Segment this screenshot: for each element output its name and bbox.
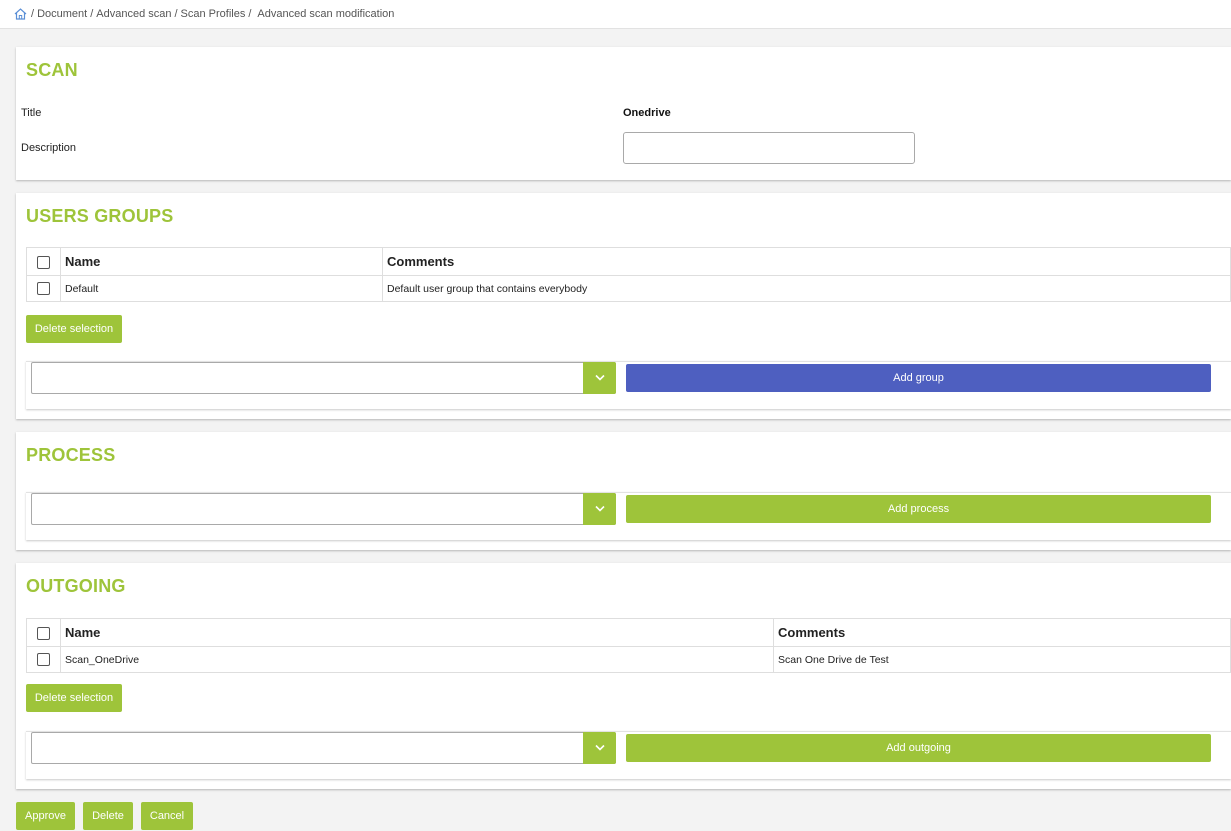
delete-selection-button[interactable]: Delete selection (26, 315, 122, 343)
add-process-button[interactable]: Add process (626, 495, 1211, 523)
breadcrumb-advanced-scan[interactable]: Advanced scan (96, 8, 171, 20)
description-input[interactable] (623, 132, 915, 164)
users-groups-table: Name Comments Default Default user group… (26, 247, 1231, 302)
home-icon[interactable] (14, 8, 27, 20)
add-group-row: Add group (26, 361, 1231, 409)
row-checkbox[interactable] (37, 653, 50, 666)
table-row: Default Default user group that contains… (26, 275, 1231, 302)
description-label: Description (21, 142, 77, 154)
outgoing-table: Name Comments Scan_OneDrive Scan One Dri… (26, 618, 1231, 673)
process-heading: PROCESS (26, 445, 116, 465)
row-checkbox[interactable] (37, 282, 50, 295)
users-groups-panel: USERS GROUPS Name Comments Default Defau… (16, 193, 1231, 419)
breadcrumb-document[interactable]: Document (37, 8, 87, 20)
title-label: Title (21, 107, 42, 119)
outgoing-panel: OUTGOING Name Comments Scan_OneDrive Sca… (16, 563, 1231, 789)
add-process-row: Add process (26, 492, 1231, 540)
table-header-row: Name Comments (26, 247, 1231, 276)
process-panel: PROCESS Add process (16, 432, 1231, 550)
column-header-comments: Comments (382, 247, 1231, 276)
breadcrumb-separator: / (174, 8, 178, 20)
add-group-button[interactable]: Add group (626, 364, 1211, 392)
breadcrumb-separator: / (90, 8, 94, 20)
chevron-down-icon[interactable] (583, 362, 616, 394)
breadcrumb-scan-profiles[interactable]: Scan Profiles (181, 8, 246, 20)
select-all-checkbox[interactable] (37, 256, 50, 270)
row-name: Scan_OneDrive (60, 646, 774, 673)
add-outgoing-row: Add outgoing (26, 731, 1231, 779)
column-header-name: Name (60, 247, 383, 276)
process-select[interactable] (31, 493, 616, 525)
select-all-checkbox[interactable] (37, 627, 50, 641)
row-comment: Default user group that contains everybo… (382, 275, 1231, 302)
delete-button[interactable]: Delete (83, 802, 133, 830)
add-outgoing-button[interactable]: Add outgoing (626, 734, 1211, 762)
breadcrumb-separator: / (248, 8, 252, 20)
users-groups-heading: USERS GROUPS (26, 206, 174, 226)
column-header-name: Name (60, 618, 774, 647)
select-all-cell (26, 247, 61, 276)
table-row: Scan_OneDrive Scan One Drive de Test (26, 646, 1231, 673)
column-header-comments: Comments (773, 618, 1231, 647)
delete-selection-button[interactable]: Delete selection (26, 684, 122, 712)
row-checkbox-cell (26, 275, 61, 302)
group-select[interactable] (31, 362, 616, 394)
scan-heading: SCAN (26, 60, 78, 80)
outgoing-heading: OUTGOING (26, 576, 126, 596)
approve-button[interactable]: Approve (16, 802, 75, 830)
breadcrumb-current: Advanced scan modification (257, 8, 395, 20)
row-checkbox-cell (26, 646, 61, 673)
row-name: Default (60, 275, 383, 302)
chevron-down-icon[interactable] (583, 732, 616, 764)
scan-panel: SCAN Title Onedrive Description (16, 47, 1231, 180)
breadcrumb-separator: / (31, 8, 35, 20)
title-value: Onedrive (623, 107, 671, 119)
breadcrumb: / Document / Advanced scan / Scan Profil… (0, 0, 1231, 29)
row-comment: Scan One Drive de Test (773, 646, 1231, 673)
outgoing-select[interactable] (31, 732, 616, 764)
select-all-cell (26, 618, 61, 647)
cancel-button[interactable]: Cancel (141, 802, 193, 830)
chevron-down-icon[interactable] (583, 493, 616, 525)
table-header-row: Name Comments (26, 618, 1231, 647)
